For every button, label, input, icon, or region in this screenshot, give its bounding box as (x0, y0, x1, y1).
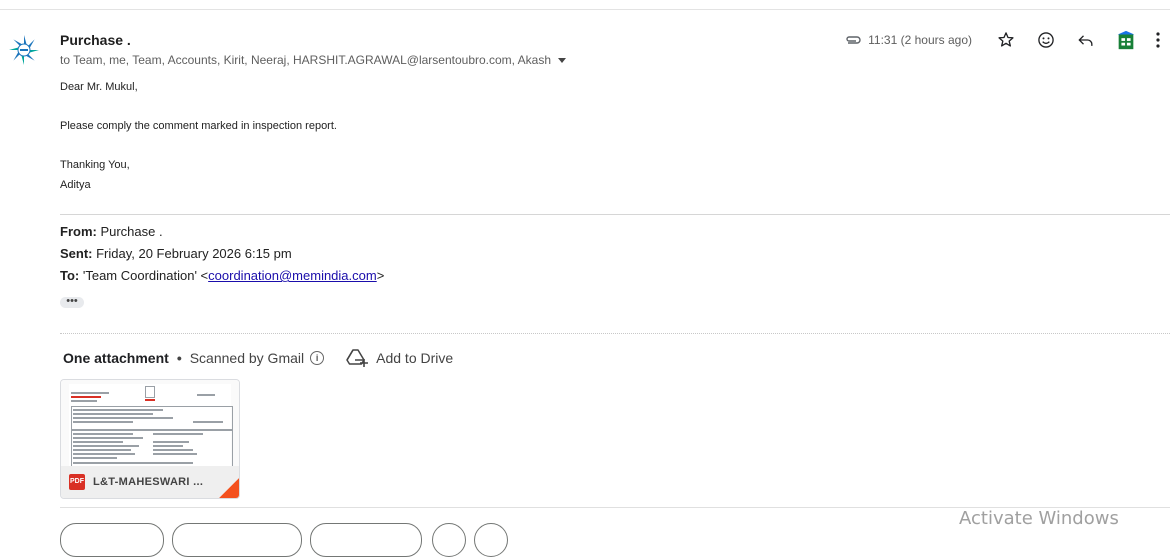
quoted-to-suffix: > (376, 268, 385, 283)
recipients-text: to Team, me, Team, Accounts, Kirit, Neer… (60, 53, 552, 67)
paperclip-icon (844, 31, 862, 49)
more-chip[interactable] (474, 523, 508, 557)
sender-avatar[interactable] (7, 33, 41, 67)
star-button[interactable] (986, 26, 1026, 54)
reply-button[interactable] (1066, 26, 1106, 54)
quoted-from-value: Purchase . (96, 224, 163, 239)
attachment-filename: L&T-MAHESWARI ... (93, 476, 204, 488)
quoted-to-email-link[interactable]: coordination@memindia.com (208, 268, 377, 283)
quoted-to: To: 'Team Coordination' <coordination@me… (60, 268, 384, 283)
scanned-by-gmail-label: Scanned by Gmail (189, 350, 305, 366)
attachments-separator: • (176, 350, 182, 366)
reply-chip[interactable] (60, 523, 164, 557)
reply-all-chip[interactable] (172, 523, 302, 557)
pdf-file-icon: PDF (69, 474, 85, 490)
google-sheets-icon (1117, 30, 1135, 50)
quoted-to-label: To: (60, 268, 80, 283)
quoted-sent-value: Friday, 20 February 2026 6:15 pm (92, 246, 292, 261)
avatar-logo-icon (9, 35, 39, 65)
google-sheets-button[interactable] (1106, 26, 1146, 54)
body-signature: Aditya (60, 179, 91, 191)
emoji-reaction-button[interactable] (1026, 26, 1066, 54)
forward-chip[interactable] (310, 523, 422, 557)
attachment-divider (60, 333, 1170, 334)
reply-icon (1078, 35, 1093, 46)
body-closing: Thanking You, (60, 159, 130, 171)
recipients-dropdown-icon[interactable] (558, 57, 567, 63)
message-actions: 11:31 (2 hours ago) (844, 26, 1170, 54)
info-icon[interactable]: i (310, 351, 325, 365)
document-thumbnail (69, 384, 233, 466)
show-trimmed-content-button[interactable]: ••• (60, 296, 84, 308)
attachment-footer: PDF L&T-MAHESWARI ... (61, 466, 239, 498)
more-vertical-icon (1156, 32, 1160, 48)
attachment-tile[interactable]: PDF L&T-MAHESWARI ... (60, 379, 240, 499)
quote-divider (60, 214, 1170, 215)
quoted-sent-label: Sent: (60, 246, 93, 261)
add-to-drive-icon (346, 349, 369, 367)
top-divider (0, 9, 1170, 10)
attachments-title: One attachment (63, 350, 169, 366)
windows-activation-watermark: Activate Windows (959, 508, 1119, 529)
star-icon (998, 32, 1014, 47)
add-to-drive-button[interactable]: Add to Drive (346, 348, 453, 368)
sender-name[interactable]: Purchase . (60, 32, 131, 48)
body-message: Please comply the comment marked in insp… (60, 120, 337, 132)
add-to-drive-label: Add to Drive (376, 350, 454, 366)
quoted-from: From: Purchase . (60, 224, 163, 239)
attachment-preview (61, 380, 239, 466)
reaction-chip[interactable] (432, 523, 466, 557)
attachments-header: One attachment • Scanned by Gmail i Add … (63, 348, 453, 368)
body-greeting: Dear Mr. Mukul, (60, 81, 138, 93)
recipients-line[interactable]: to Team, me, Team, Accounts, Kirit, Neer… (60, 53, 567, 67)
quoted-sent: Sent: Friday, 20 February 2026 6:15 pm (60, 246, 292, 261)
quoted-to-prefix: 'Team Coordination' < (79, 268, 209, 283)
emoji-icon (1038, 32, 1054, 48)
quoted-from-label: From: (60, 224, 97, 239)
page-fold-icon (219, 478, 239, 498)
more-options-button[interactable] (1146, 26, 1170, 54)
message-time: 11:31 (2 hours ago) (868, 33, 972, 47)
